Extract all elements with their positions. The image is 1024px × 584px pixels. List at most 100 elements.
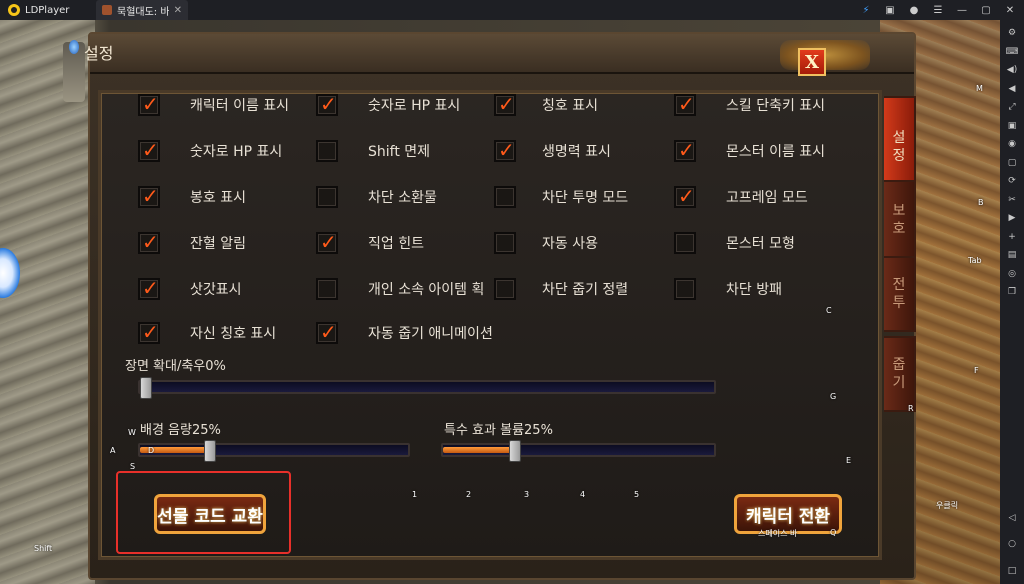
bgm-thumb[interactable]: [204, 440, 216, 462]
option-checkbox[interactable]: [494, 278, 516, 300]
option-checkbox[interactable]: ✓: [316, 230, 338, 254]
key-g: G: [830, 392, 837, 401]
android-nav: ◁ ○ □: [1000, 509, 1024, 581]
option-7[interactable]: ✓ 몬스터 이름 표시: [674, 138, 876, 162]
option-checkbox[interactable]: ✓: [674, 92, 696, 116]
bgm-slider[interactable]: [138, 440, 410, 462]
option-8[interactable]: ✓ 봉호 표시: [138, 184, 340, 208]
tab-pickup-label: 줍 기: [892, 357, 906, 391]
option-checkbox[interactable]: ✓: [316, 320, 338, 344]
checkmark-icon: ✓: [320, 230, 337, 254]
settings-icon[interactable]: ⚙: [1003, 24, 1021, 43]
option-checkbox[interactable]: ✓: [138, 276, 160, 300]
option-14[interactable]: 자동 사용: [494, 232, 692, 254]
key-c: C: [826, 306, 832, 315]
tab-close-icon[interactable]: ✕: [174, 5, 182, 16]
option-checkbox[interactable]: ✓: [138, 92, 160, 116]
checkmark-icon: ✓: [320, 92, 337, 116]
folder-icon[interactable]: ▤: [1003, 246, 1021, 265]
app-logo[interactable]: LDPlayer: [0, 0, 96, 20]
record-icon[interactable]: ◉: [1003, 135, 1021, 154]
close-icon[interactable]: ✕: [1000, 0, 1020, 20]
location-icon[interactable]: ◎: [1003, 265, 1021, 284]
option-checkbox[interactable]: ✓: [674, 184, 696, 208]
volume-down-icon[interactable]: ◀: [1003, 80, 1021, 99]
zoom-slider[interactable]: [138, 377, 716, 399]
sync-icon[interactable]: ⟳: [1003, 172, 1021, 191]
option-17[interactable]: 개인 소속 아이템 획: [316, 278, 496, 300]
screenshot-icon[interactable]: ▢: [1003, 154, 1021, 173]
option-19[interactable]: 차단 방패: [674, 278, 876, 300]
gift-icon[interactable]: ▣: [880, 0, 900, 20]
key-2: 2: [466, 490, 472, 499]
option-checkbox[interactable]: ✓: [138, 230, 160, 254]
checkmark-icon: ✓: [142, 138, 159, 162]
checkmark-icon: ✓: [142, 92, 159, 116]
tab-game[interactable]: 묵혈대도: 바... ✕: [96, 0, 188, 20]
option-checkbox[interactable]: [316, 186, 338, 208]
option-20[interactable]: ✓ 자신 칭호 표시: [138, 320, 340, 344]
menu-icon[interactable]: ☰: [928, 0, 948, 20]
option-4[interactable]: ✓ 숫자로 HP 표시: [138, 138, 340, 162]
user-icon[interactable]: ●: [904, 0, 924, 20]
option-11[interactable]: ✓ 고프레임 모드: [674, 184, 876, 208]
sfx-thumb[interactable]: [509, 440, 521, 462]
option-6[interactable]: ✓ 생명력 표시: [494, 138, 692, 162]
tab-protection[interactable]: 보 호: [884, 180, 916, 260]
recents-icon[interactable]: □: [1003, 562, 1021, 581]
tab-pickup[interactable]: 줍 기: [884, 336, 916, 412]
back-icon[interactable]: ◁: [1003, 509, 1021, 528]
option-checkbox[interactable]: [494, 186, 516, 208]
option-9[interactable]: 차단 소환물: [316, 186, 496, 208]
game-viewport[interactable]: 설정 X 설 정 보 호 전 투 줍 기 ✓ 캐릭터 이름 표시 ✓ 숫자로 HP 표…: [0, 20, 1000, 584]
option-label: 차단 소환물: [368, 190, 437, 206]
option-2[interactable]: ✓ 칭호 표시: [494, 92, 692, 116]
option-1[interactable]: ✓ 숫자로 HP 표시: [316, 92, 496, 116]
option-checkbox[interactable]: [674, 232, 696, 254]
option-label: 직업 힌트: [368, 236, 424, 252]
minimize-icon[interactable]: —: [952, 0, 972, 20]
dialog-close-button[interactable]: X: [798, 48, 826, 76]
home-icon[interactable]: ○: [1003, 535, 1021, 554]
option-checkbox[interactable]: ✓: [316, 92, 338, 116]
sfx-slider[interactable]: [441, 440, 716, 462]
option-21[interactable]: ✓ 자동 줍기 애니메이션: [316, 320, 496, 344]
copy-icon[interactable]: ❐: [1003, 283, 1021, 302]
option-0[interactable]: ✓ 캐릭터 이름 표시: [138, 92, 340, 116]
option-checkbox[interactable]: [674, 278, 696, 300]
bolt-icon[interactable]: ⚡: [856, 0, 876, 20]
option-checkbox[interactable]: ✓: [138, 138, 160, 162]
option-10[interactable]: 차단 투명 모드: [494, 186, 692, 208]
option-checkbox[interactable]: [316, 278, 338, 300]
tab-label: 묵혈대도: 바...: [117, 6, 169, 18]
option-checkbox[interactable]: ✓: [138, 184, 160, 208]
option-label: 고프레임 모드: [726, 190, 808, 206]
fullscreen-icon[interactable]: ⤢: [1003, 98, 1021, 117]
scissors-icon[interactable]: ✂: [1003, 191, 1021, 210]
keyboard-icon[interactable]: ⌨: [1003, 43, 1021, 62]
option-5[interactable]: Shift 면제: [316, 140, 496, 162]
option-checkbox[interactable]: ✓: [494, 92, 516, 116]
option-16[interactable]: ✓ 삿갓표시: [138, 276, 340, 300]
option-13[interactable]: ✓ 직업 힌트: [316, 230, 496, 254]
option-15[interactable]: 몬스터 모형: [674, 232, 876, 254]
option-checkbox[interactable]: ✓: [138, 320, 160, 344]
maximize-icon[interactable]: ▢: [976, 0, 996, 20]
add-icon[interactable]: +: [1003, 228, 1021, 247]
volume-up-icon[interactable]: ◀): [1003, 61, 1021, 80]
zoom-thumb[interactable]: [140, 377, 152, 399]
option-18[interactable]: 차단 줍기 정렬: [494, 278, 692, 300]
option-12[interactable]: ✓ 잔혈 알림: [138, 230, 340, 254]
key-5: 5: [634, 490, 640, 499]
option-3[interactable]: ✓ 스킬 단축키 표시: [674, 92, 876, 116]
video-icon[interactable]: ▶: [1003, 209, 1021, 228]
game-favicon-icon: [102, 5, 112, 15]
lock-icon[interactable]: ▣: [1003, 117, 1021, 136]
option-checkbox[interactable]: [316, 140, 338, 162]
tab-combat[interactable]: 전 투: [884, 256, 916, 332]
option-checkbox[interactable]: ✓: [674, 138, 696, 162]
tab-combat-label: 전 투: [892, 277, 906, 311]
key-3: 3: [524, 490, 530, 499]
option-checkbox[interactable]: [494, 232, 516, 254]
option-checkbox[interactable]: ✓: [494, 138, 516, 162]
